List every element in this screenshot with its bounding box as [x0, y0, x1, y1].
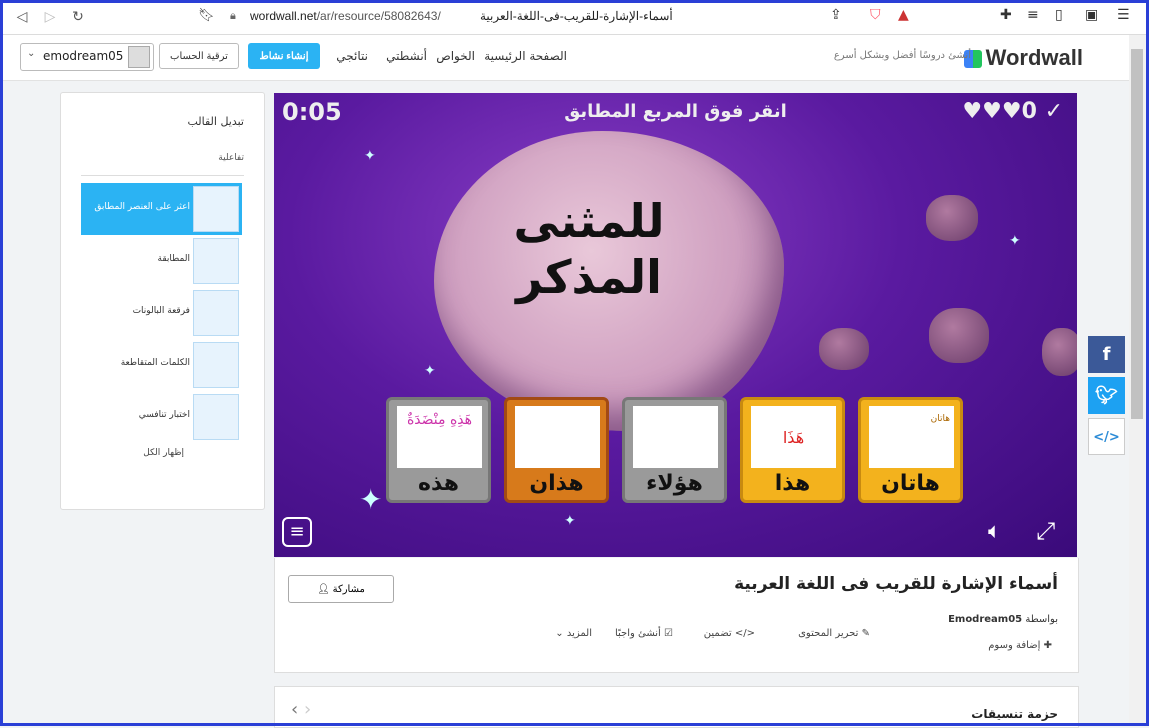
edit-content-link[interactable]: ✎ تحرير المحتوى — [798, 628, 870, 639]
url-domain: wordwall.net — [250, 9, 317, 23]
answer-card-hadhihi[interactable]: هَذِهِ مِنْضَدَةٌ هذه — [386, 397, 491, 503]
template-crossword[interactable]: الكلمات المتقاطعة — [81, 339, 242, 391]
extensions-icon[interactable]: ✚ — [1000, 7, 1012, 23]
author-line: بواسطة Emodream05 — [948, 614, 1058, 625]
scroll-thumb[interactable] — [1131, 49, 1143, 419]
menu-icon[interactable]: ☰ — [1117, 7, 1130, 23]
author-link[interactable]: Emodream05 — [948, 614, 1022, 625]
page-scrollbar[interactable] — [1129, 35, 1145, 726]
answer-card-hatan[interactable]: هاتان هاتان — [858, 397, 963, 503]
answer-card-hadhan[interactable]: هذان — [504, 397, 609, 503]
matching-thumb-icon — [193, 238, 239, 284]
chevron-down-icon: ⌄ — [27, 48, 36, 59]
question-text: للمثنى المذكر — [513, 194, 665, 304]
asteroid-rock — [1042, 328, 1077, 376]
find-match-thumb-icon — [193, 186, 239, 232]
activity-info: أسماء الإشارة للقريب فى اللغة العربية بو… — [274, 558, 1079, 673]
share-page-icon[interactable]: ⇪ — [830, 7, 842, 23]
embed-code-icon[interactable]: </> — [1088, 418, 1125, 455]
chevron-left-icon[interactable]: ‹ — [291, 699, 298, 720]
template-matching[interactable]: المطابقة — [81, 235, 242, 287]
asteroid-rock — [926, 195, 978, 241]
answer-card-haulai[interactable]: هؤلاء — [622, 397, 727, 503]
pencil-icon: ✎ — [861, 628, 870, 639]
user-menu[interactable]: ⌄ emodream05 — [20, 43, 154, 71]
add-tags-link[interactable]: ✚ إضافة وسوم — [988, 640, 1052, 651]
nav-my-results[interactable]: نتائجي — [336, 49, 368, 63]
divider — [81, 175, 244, 176]
url-title: أسماء-الإشارة-للقريب-فى-اللغة-العربية — [480, 9, 673, 23]
nav-features[interactable]: الخواص — [436, 49, 475, 63]
lives-counter: ♥♥♥0 ✓ — [962, 99, 1063, 124]
forward-icon[interactable]: ▷ — [40, 7, 60, 27]
show-all-link[interactable]: إظهار الكل — [143, 448, 184, 458]
activity-title: أسماء الإشارة للقريب فى اللغة العربية — [734, 574, 1058, 594]
wordwall-logo[interactable]: Wordwall — [963, 45, 1083, 71]
card-image: هاتان — [869, 406, 954, 468]
star-icon: ✦ — [424, 363, 436, 379]
facebook-share-icon[interactable]: f — [1088, 336, 1125, 373]
asteroid-rock — [929, 308, 989, 363]
sidebar-icon[interactable]: ▯ — [1055, 7, 1063, 23]
plus-icon: ✚ — [1043, 640, 1052, 651]
answer-card-hadha[interactable]: هَذَا هذا — [740, 397, 845, 503]
brave-shield-icon[interactable]: ⛉ — [870, 7, 881, 23]
code-icon: </> — [734, 628, 755, 639]
game-menu-icon[interactable]: ≡ — [282, 517, 312, 547]
brave-rewards-icon[interactable]: ▲ — [898, 7, 909, 23]
template-pack-panel: حزمة تنسيقات ‹ › — [274, 686, 1079, 728]
more-link[interactable]: المزيد ⌄ — [555, 628, 592, 639]
lock-icon: 🔒︎ — [230, 9, 236, 22]
crossword-thumb-icon — [193, 342, 239, 388]
twitter-share-icon[interactable]: 🐦︎ — [1088, 377, 1125, 414]
card-image — [633, 406, 718, 468]
game-prompt: انقر فوق المربع المطابق — [564, 101, 787, 122]
playlist-icon[interactable]: ≡ — [1027, 7, 1039, 23]
chevron-down-icon: ⌄ — [555, 628, 564, 639]
check-icon: ✓ — [1044, 99, 1063, 124]
checkbox-icon: ☑ — [664, 628, 673, 639]
url-path: /ar/resource/58082643/ — [316, 9, 441, 23]
tagline: أنشئ دروسًا أفضل وبشكل أسرع — [833, 50, 971, 61]
card-image: هَذِهِ مِنْضَدَةٌ — [397, 406, 482, 468]
back-icon[interactable]: ◁ — [12, 7, 32, 27]
template-pack-title: حزمة تنسيقات — [971, 707, 1058, 721]
star-icon: ✦ — [359, 483, 383, 516]
star-icon: ✦ — [1009, 233, 1021, 249]
reload-icon[interactable]: ↻ — [68, 7, 88, 27]
fullscreen-icon[interactable]: ⤢ — [1036, 517, 1055, 545]
avatar — [128, 46, 150, 68]
nav-my-activities[interactable]: أنشطتي — [386, 49, 427, 63]
game-canvas[interactable]: ✦ ✦ ✦ ✦ ✦ للمثنى المذكر 0:05 انقر فوق ال… — [274, 93, 1077, 557]
template-quiz[interactable]: اختبار تنافسي — [81, 391, 242, 443]
balloon-thumb-icon — [193, 290, 239, 336]
sound-icon[interactable]: 🔈︎ — [988, 519, 1001, 544]
chevron-right-icon[interactable]: › — [304, 699, 311, 720]
template-balloon-pop[interactable]: فرقعة البالونات — [81, 287, 242, 339]
template-switcher: تبديل القالب تفاعلية اعثر على العنصر الم… — [60, 92, 265, 510]
quiz-thumb-icon — [193, 394, 239, 440]
card-image: هَذَا — [751, 406, 836, 468]
browser-toolbar: ◁ ▷ ↻ 🔖︎ 🔒︎ wordwall.net/ar/resource/580… — [0, 0, 1149, 35]
bookmark-icon[interactable]: 🔖︎ — [198, 8, 215, 23]
template-switcher-title: تبديل القالب — [187, 115, 244, 128]
upgrade-account-button[interactable]: ترقية الحساب — [159, 43, 239, 69]
template-category: تفاعلية — [218, 153, 244, 163]
star-icon: ✦ — [564, 513, 576, 529]
address-bar[interactable]: 🔖︎ 🔒︎ wordwall.net/ar/resource/58082643/… — [190, 4, 925, 30]
embed-link[interactable]: </> تضمين — [704, 628, 755, 639]
asteroid-rock — [819, 328, 869, 370]
lives-hearts: ♥♥♥0 — [962, 99, 1037, 124]
template-find-the-match[interactable]: اعثر على العنصر المطابق — [81, 183, 242, 235]
card-image — [515, 406, 600, 468]
username: emodream05 — [43, 49, 124, 63]
user-icon: 👤︎ — [317, 583, 330, 595]
nav-home[interactable]: الصفحة الرئيسية — [484, 49, 567, 63]
set-assignment-link[interactable]: ☑ أنشئ واجبًا — [615, 628, 673, 639]
site-header: Wordwall أنشئ دروسًا أفضل وبشكل أسرع الص… — [0, 35, 1129, 81]
create-activity-button[interactable]: إنشاء نشاط — [248, 43, 320, 69]
share-button[interactable]: 👤︎ مشاركة — [288, 575, 394, 603]
wallet-icon[interactable]: ▣ — [1085, 7, 1098, 23]
star-icon: ✦ — [364, 148, 376, 164]
